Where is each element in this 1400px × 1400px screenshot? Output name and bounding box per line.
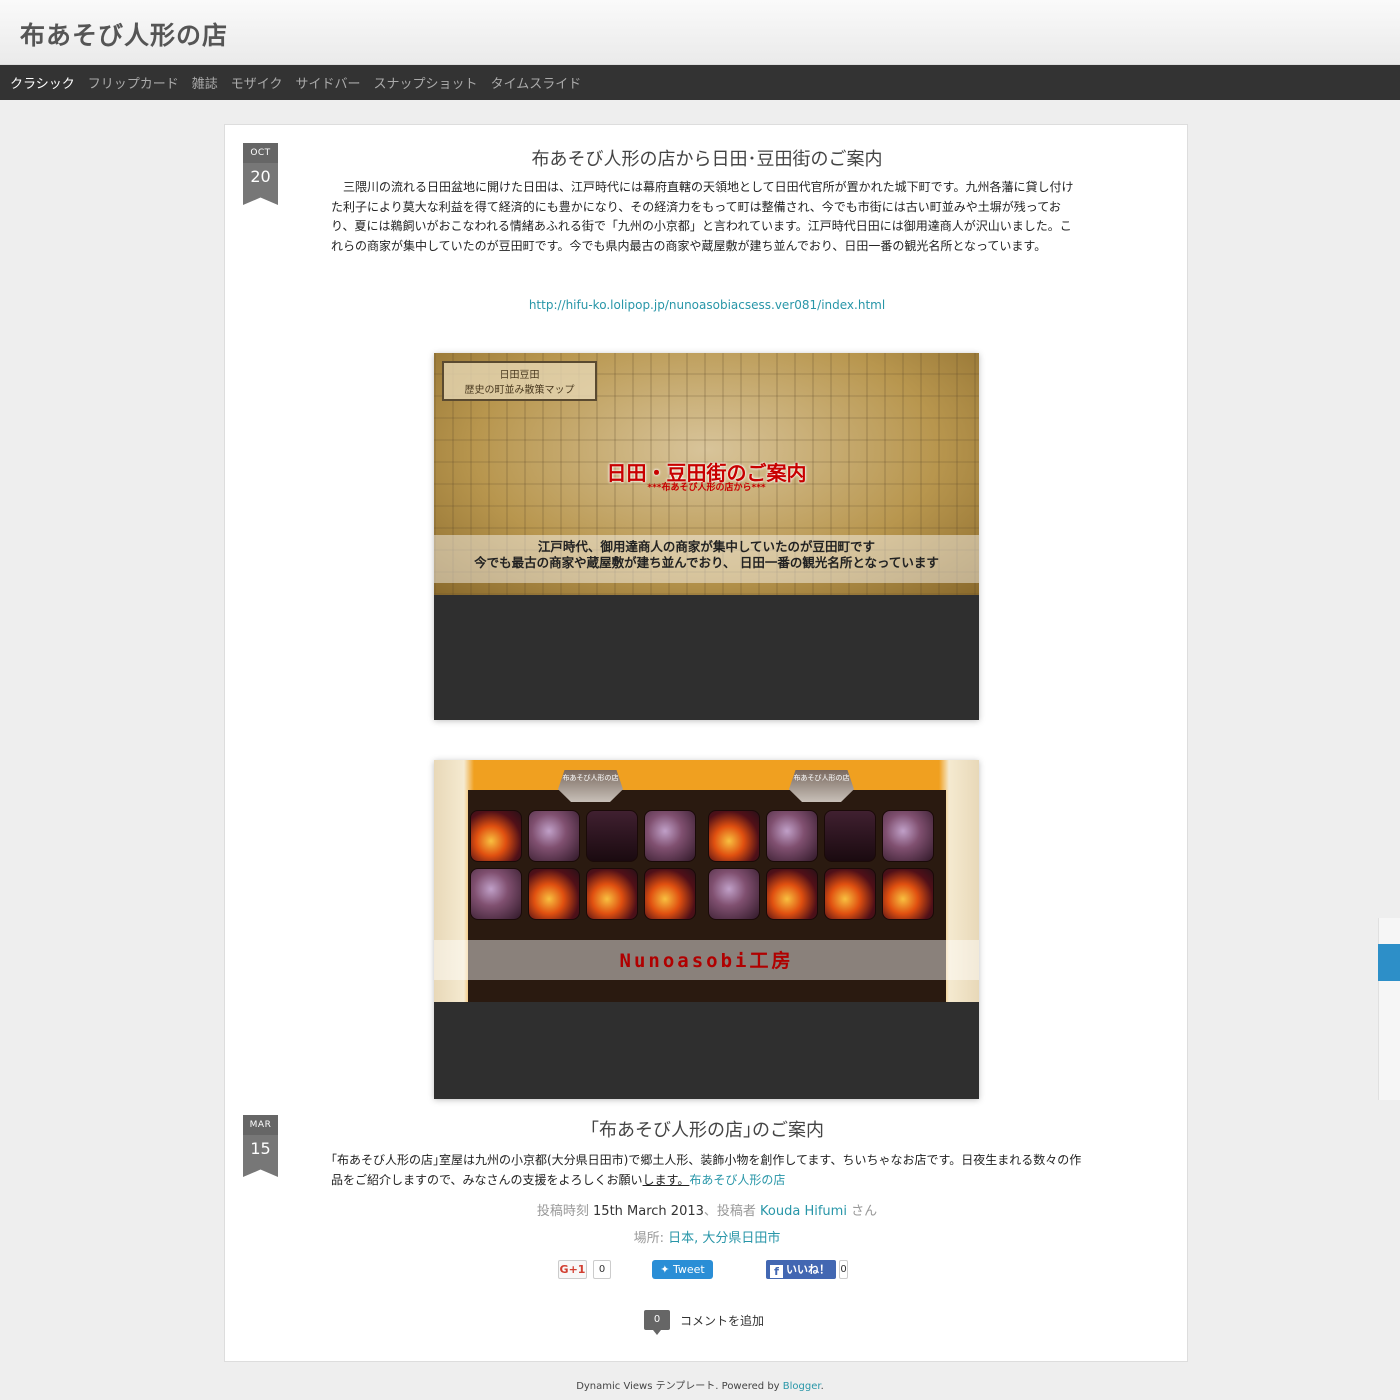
nav-item-sidebar[interactable]: サイドバー <box>296 73 361 92</box>
body-underlined-text: します。 <box>642 1172 690 1187</box>
add-comment-label[interactable]: コメントを追加 <box>680 1312 764 1329</box>
gallery-tile <box>586 810 638 862</box>
map-image[interactable]: 日田豆田 歴史の町並み散策マップ 日田・豆田街のご案内 ***布あそび人形の店か… <box>434 353 979 720</box>
gplus-button[interactable]: G+1 <box>558 1260 587 1279</box>
post-body: ｢布あそび人形の店｣室屋は九州の小京都(大分県日田市)で郷土人形、装飾小物を創作… <box>331 1153 1082 1187</box>
author-link[interactable]: Kouda Hifumi <box>760 1204 847 1219</box>
gallery-tile <box>470 868 522 920</box>
gallery-image[interactable]: 布あそび人形の店 布あそび人形の店 Nunoasobi工房 <box>434 760 979 1099</box>
shop-sign-right: 布あそび人形の店 <box>789 770 854 802</box>
nav-item-mosaic[interactable]: モザイク <box>231 73 283 92</box>
gallery-tile <box>766 810 818 862</box>
gallery-tile <box>766 868 818 920</box>
nav-item-magazine[interactable]: 雑誌 <box>192 73 218 92</box>
post-date-text: 15th March 2013 <box>593 1204 704 1219</box>
post-body: 三隈川の流れる日田盆地に開けた日田は、江戸時代には幕府直轄の天領地として日田代官… <box>331 180 1074 253</box>
gallery-tile <box>882 868 934 920</box>
nav-item-snapshot[interactable]: スナップショット <box>374 73 478 92</box>
facebook-icon: f <box>770 1265 783 1278</box>
gallery-tile <box>708 868 760 920</box>
gallery-headline: Nunoasobi工房 <box>619 950 794 972</box>
gplus-count: 0 <box>593 1260 611 1279</box>
share-row: G+1 0 ✦ Tweet f いいね！ 0 <box>225 1259 1189 1281</box>
footer: Dynamic Views テンプレート. Powered by Blogger… <box>0 1376 1400 1400</box>
gallery-tile <box>824 810 876 862</box>
gallery-tile <box>470 810 522 862</box>
facebook-count: 0 <box>839 1260 848 1279</box>
map-legend: 日田豆田 歴史の町並み散策マップ <box>442 361 597 401</box>
gallery-tile <box>824 868 876 920</box>
site-title[interactable]: 布あそび人形の店 <box>20 16 228 52</box>
post-location: 場所: 日本, 大分県日田市 <box>633 1231 781 1246</box>
side-panel-tab[interactable] <box>1378 944 1400 981</box>
post-title[interactable]: ｢布あそび人形の店｣のご案内 <box>225 1116 1189 1142</box>
gallery-tile <box>708 810 760 862</box>
location-link[interactable]: 日本, 大分県日田市 <box>668 1231 780 1246</box>
header: 布あそび人形の店 <box>0 0 1400 65</box>
shop-sign-left: 布あそび人形の店 <box>558 770 623 802</box>
post-link[interactable]: http://hifu-ko.lolipop.jp/nunoasobiacses… <box>225 298 1189 312</box>
gallery-tile <box>644 868 696 920</box>
nav-item-flipcard[interactable]: フリップカード <box>88 73 179 92</box>
gallery-tile <box>586 868 638 920</box>
map-caption: 江戸時代、御用達商人の商家が集中していたのが豆田町です 今でも最古の商家や蔵屋敷… <box>434 535 979 583</box>
shop-link[interactable]: 布あそび人形の店 <box>689 1173 785 1187</box>
gallery-illustration: 布あそび人形の店 布あそび人形の店 Nunoasobi工房 <box>434 760 979 1002</box>
gallery-tile <box>528 868 580 920</box>
nav-item-timeslide[interactable]: タイムスライド <box>491 73 582 92</box>
blogger-link[interactable]: Blogger <box>783 1381 821 1392</box>
twitter-bird-icon: ✦ <box>660 1263 673 1276</box>
gallery-tile <box>882 810 934 862</box>
gallery-tile <box>644 810 696 862</box>
post-title[interactable]: 布あそび人形の店から日田･豆田街のご案内 <box>225 145 1189 171</box>
map-subline: ***布あそび人形の店から*** <box>647 483 766 493</box>
facebook-like-button[interactable]: f いいね！ <box>766 1260 836 1279</box>
tweet-button[interactable]: ✦ Tweet <box>652 1260 713 1279</box>
map-illustration: 日田豆田 歴史の町並み散策マップ 日田・豆田街のご案内 ***布あそび人形の店か… <box>434 353 979 595</box>
nav-item-classic[interactable]: クラシック <box>10 73 75 92</box>
view-nav: クラシック フリップカード 雑誌 モザイク サイドバー スナップショット タイム… <box>0 65 1400 100</box>
gallery-tile <box>528 810 580 862</box>
comment-count-badge: 0 <box>644 1310 670 1335</box>
post-card: OCT 20 布あそび人形の店から日田･豆田街のご案内 三隈川の流れる日田盆地に… <box>224 124 1188 1362</box>
post-meta: 投稿時刻 15th March 2013、投稿者 Kouda Hifumi さん <box>536 1204 878 1219</box>
add-comment[interactable]: 0 コメントを追加 <box>644 1309 764 1335</box>
